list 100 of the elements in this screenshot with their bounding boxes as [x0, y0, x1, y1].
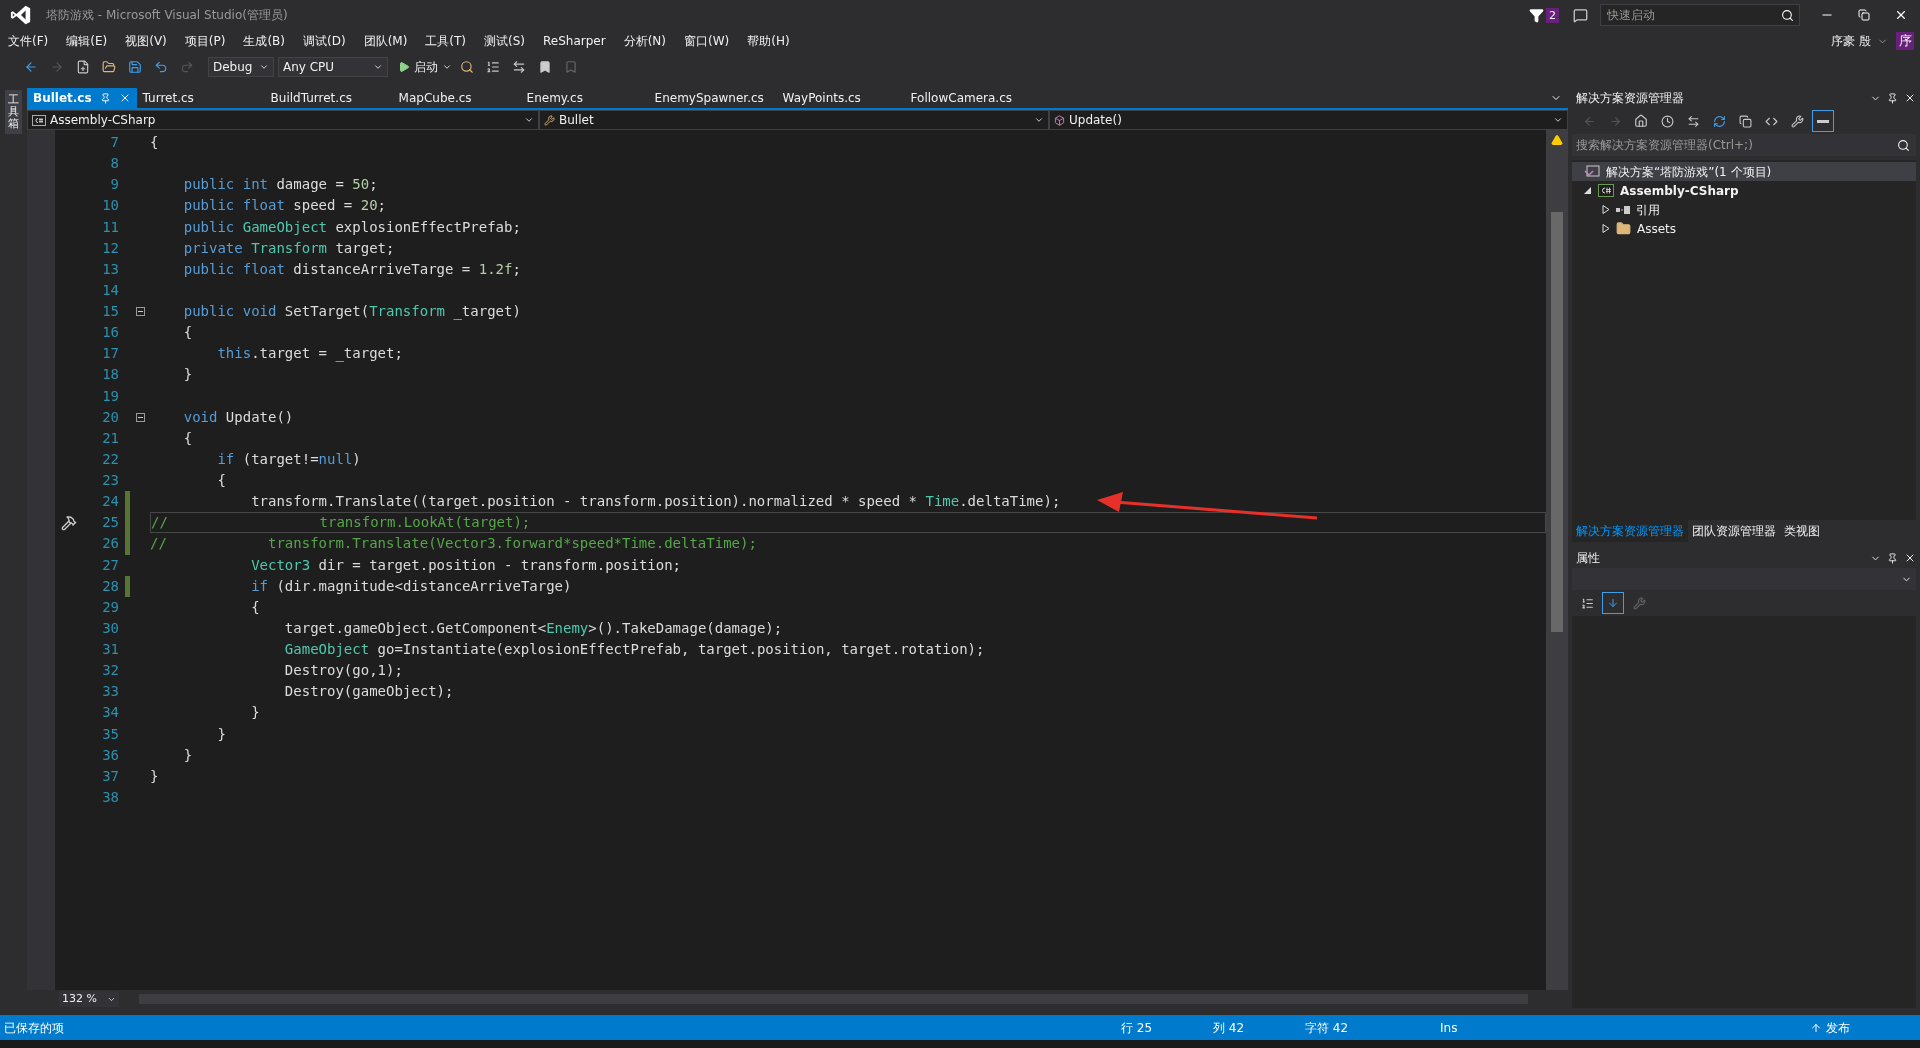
member-dropdown[interactable]: Update() [1049, 110, 1568, 130]
menu-item[interactable]: 分析(N) [623, 32, 666, 50]
alphabetical-icon[interactable] [1602, 592, 1624, 614]
menu-item[interactable]: 项目(P) [184, 32, 226, 50]
quick-launch-field[interactable]: 快速启动 [1600, 4, 1800, 26]
project-dropdown[interactable]: Assembly-CSharp [27, 110, 539, 130]
zoom-dropdown[interactable]: 132 % [59, 991, 119, 1007]
menu-item[interactable]: ReSharper [543, 32, 606, 50]
preview-toggle-icon[interactable] [1812, 110, 1834, 132]
tree-item[interactable]: Assembly-CSharp [1584, 181, 1916, 200]
line-number: 21 [101, 428, 119, 448]
panel-tab[interactable]: 解决方案资源管理器 [1572, 520, 1688, 542]
tree-item[interactable]: 引用 [1602, 200, 1916, 219]
start-button[interactable]: 启动 [414, 58, 438, 76]
menu-item[interactable]: 工具(T) [425, 32, 467, 50]
code-line: public int damage = 50; [182, 175, 378, 195]
column-indicator: 列 42 [1213, 1019, 1246, 1037]
menu-item[interactable]: 视图(V) [125, 32, 167, 50]
publish-button[interactable]: 发布 [1826, 1018, 1850, 1037]
line-number: 23 [101, 471, 119, 491]
code-line: { [182, 428, 193, 448]
line-number: 37 [101, 766, 119, 786]
tree-item[interactable]: 解决方案“塔防游戏”(1 个项目) [1572, 162, 1916, 181]
play-icon[interactable] [398, 61, 410, 73]
code-line: Destroy(go,1); [283, 661, 403, 681]
visual-studio-logo [10, 4, 32, 26]
close-icon[interactable] [1904, 552, 1916, 564]
configuration-dropdown[interactable]: Debug [208, 57, 274, 77]
method-icon [1054, 114, 1065, 126]
toolbox-tab[interactable]: 工具箱 [5, 90, 22, 135]
user-name[interactable]: 序豪 殷 [1831, 32, 1871, 50]
menu-item[interactable]: 生成(B) [243, 32, 285, 50]
menu-item[interactable]: 调试(D) [303, 32, 346, 50]
member-value: Update() [1069, 112, 1122, 129]
code-line: { [216, 471, 226, 491]
document-tab[interactable]: FollowCamera.cs [904, 89, 1012, 107]
line-number: 12 [101, 238, 119, 258]
code-line: { [182, 323, 193, 343]
line-number: 31 [101, 640, 119, 660]
code-line: this.target = _target; [216, 344, 403, 364]
line-number: 16 [101, 323, 119, 343]
menu-item[interactable]: 测试(S) [484, 32, 526, 50]
code-line: GameObject go=Instantiate(explosionEffectPrefab, target.position, target.rotation); [283, 640, 985, 660]
collapsed-arrow-icon[interactable] [1602, 205, 1610, 214]
feedback-icon[interactable] [1573, 7, 1588, 23]
menu-item[interactable]: 团队(M) [363, 32, 408, 50]
line-number: 22 [101, 449, 119, 469]
tree-item[interactable]: Assets [1602, 219, 1916, 238]
platform-dropdown[interactable]: Any CPU [278, 57, 388, 77]
close-icon[interactable] [1904, 92, 1916, 104]
platform-value: Any CPU [283, 59, 335, 76]
document-tab[interactable]: Enemy.cs [520, 89, 583, 107]
code-line: Destroy(gameObject); [283, 682, 454, 702]
close-icon[interactable] [1894, 8, 1908, 22]
insert-mode: Ins [1440, 1019, 1459, 1037]
scrollbar-thumb[interactable] [1551, 212, 1563, 632]
folder-icon [1616, 221, 1631, 236]
line-indicator: 行 25 [1121, 1019, 1154, 1037]
document-tab[interactable]: BuildTurret.cs [264, 89, 352, 107]
document-tab[interactable]: MapCube.cs [392, 89, 472, 107]
notification-badge[interactable]: 2 [1546, 7, 1559, 23]
panel-tab[interactable]: 类视图 [1780, 520, 1824, 542]
document-tab[interactable]: WayPoints.cs [776, 89, 861, 107]
document-tab[interactable]: Turret.cs [136, 89, 194, 107]
line-number: 10 [101, 196, 119, 216]
code-line: // transform.LookAt(target); [151, 513, 531, 533]
expanded-arrow-icon[interactable] [1584, 186, 1592, 195]
menu-item[interactable]: 文件(F) [8, 32, 49, 50]
type-dropdown[interactable]: Bullet [539, 110, 1049, 130]
collapse-toggle[interactable] [135, 412, 145, 422]
code-line: } [182, 745, 193, 765]
collapse-toggle[interactable] [135, 307, 145, 317]
code-line: { [250, 597, 260, 617]
project-value: Assembly-CSharp [50, 112, 156, 129]
search-icon[interactable] [1781, 8, 1794, 22]
line-number: 33 [101, 682, 119, 702]
code-line: { [150, 133, 159, 153]
line-number: 25 [101, 513, 119, 533]
user-avatar[interactable]: 序 [1896, 32, 1914, 50]
document-tab[interactable]: EnemySpawner.cs [648, 89, 764, 107]
menu-item[interactable]: 窗口(W) [684, 32, 730, 50]
search-field[interactable]: 搜索解决方案资源管理器(Ctrl+;) [1572, 134, 1916, 156]
menu-item[interactable]: 帮助(H) [747, 32, 790, 50]
quick-action-icon[interactable] [61, 514, 77, 531]
search-icon[interactable] [1897, 138, 1910, 152]
tree-item-label: 引用 [1636, 201, 1660, 219]
line-number: 28 [101, 576, 119, 596]
pin-icon[interactable] [1887, 552, 1898, 564]
line-number: 20 [101, 407, 119, 427]
char-indicator: 字符 42 [1305, 1019, 1350, 1037]
csharp-project-icon [1598, 184, 1614, 197]
filter-icon[interactable] [1529, 7, 1544, 23]
configuration-value: Debug [213, 59, 253, 76]
restore-icon[interactable] [1858, 9, 1870, 21]
pin-icon[interactable] [1887, 92, 1898, 104]
code-line: private Transform target; [182, 238, 395, 258]
menu-item[interactable]: 编辑(E) [66, 32, 108, 50]
line-number: 29 [101, 597, 119, 617]
collapsed-arrow-icon[interactable] [1602, 224, 1610, 233]
panel-tab[interactable]: 团队资源管理器 [1688, 520, 1780, 542]
